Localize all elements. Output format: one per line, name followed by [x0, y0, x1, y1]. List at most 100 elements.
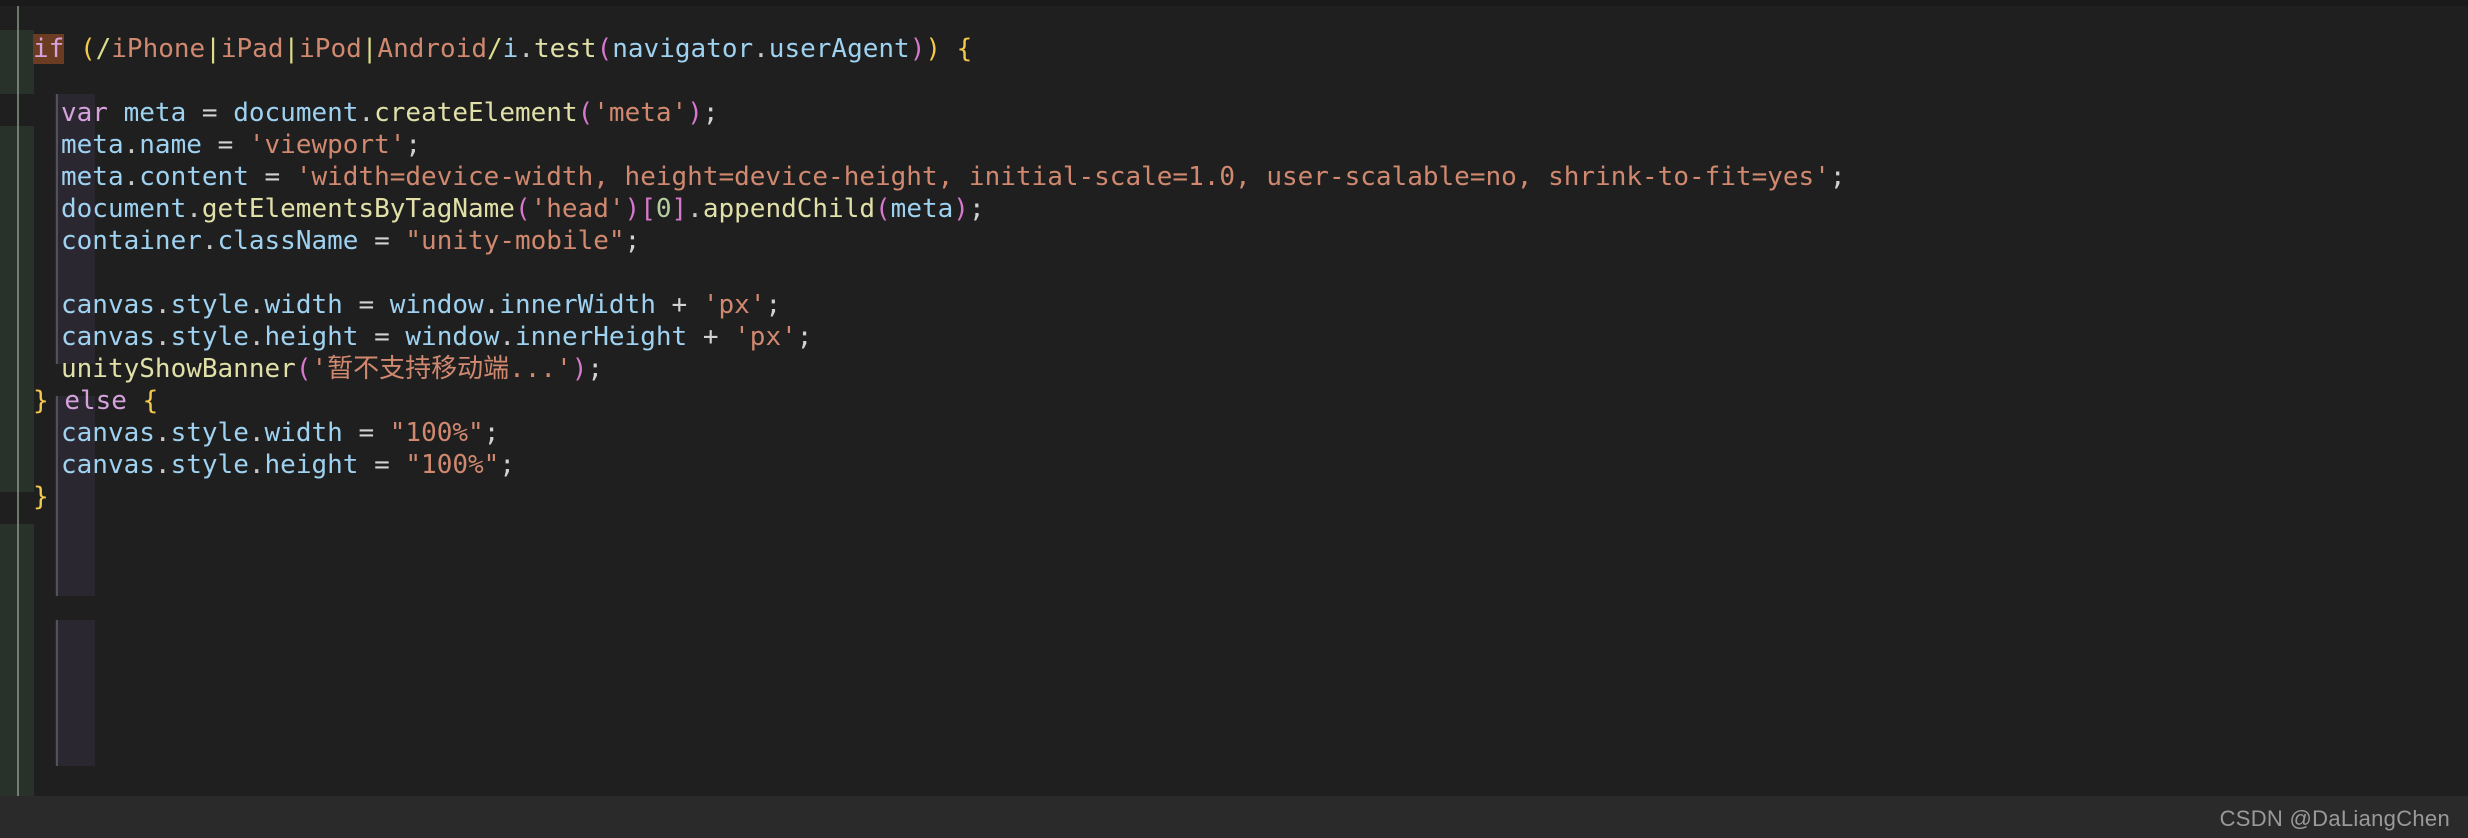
code-token-rx-del: |: [283, 34, 300, 64]
code-token-var: canvas: [61, 450, 155, 480]
editor-top-edge: [0, 0, 2468, 6]
code-token-rx-lit: iPhone: [111, 34, 206, 64]
code-token-var: meta: [61, 162, 124, 192]
code-token-var: container: [61, 226, 202, 256]
code-token-op: [233, 130, 249, 160]
code-token-var: i: [502, 34, 519, 64]
code-token-str: 'meta': [593, 98, 688, 128]
code-token-op: [687, 322, 703, 352]
code-line[interactable]: document.getElementsByTagName('head')[0]…: [0, 193, 2468, 225]
code-token-var: content: [139, 162, 249, 192]
code-token-str: '暂不支持移动端...': [311, 354, 572, 384]
code-token-op: [718, 322, 734, 352]
code-line[interactable]: var meta = document.createElement('meta'…: [0, 97, 2468, 129]
code-token-var: document: [61, 194, 187, 224]
code-token-op: =: [264, 162, 281, 192]
code-line[interactable]: if (/iPhone|iPad|iPod|Android/i.test(nav…: [0, 33, 2468, 65]
code-token-var: height: [264, 450, 359, 480]
code-token-dot: .: [499, 322, 515, 352]
code-token-op: [374, 418, 390, 448]
code-token-paren-m: (: [514, 194, 531, 224]
code-token-paren-m: (: [875, 194, 891, 224]
code-token-var: height: [264, 322, 359, 352]
code-token-fn: appendChild: [702, 194, 876, 224]
code-editor[interactable]: if (/iPhone|iPad|iPod|Android/i.test(nav…: [0, 0, 2468, 838]
code-token-str: 'px': [734, 322, 797, 352]
code-token-paren-m: ]: [671, 194, 688, 224]
code-token-kw: var: [61, 98, 108, 128]
code-token-brace-y: {: [956, 34, 973, 64]
code-token-var: width: [264, 418, 343, 448]
code-token-dot: .: [753, 34, 769, 64]
code-token-dot: .: [154, 450, 171, 480]
code-token-op: [941, 34, 957, 64]
code-line[interactable]: canvas.style.width = "100%";: [0, 417, 2468, 449]
code-token-brace-y: }: [33, 482, 49, 512]
code-token-paren-m: ): [909, 34, 926, 64]
code-token-dot: .: [248, 290, 265, 320]
code-line[interactable]: }: [0, 481, 2468, 513]
watermark-bar: [0, 796, 2468, 838]
code-token-var: style: [170, 322, 249, 352]
code-token-op: [218, 98, 234, 128]
code-token-dot: .: [248, 450, 265, 480]
code-line[interactable]: canvas.style.width = window.innerWidth +…: [0, 289, 2468, 321]
code-token-paren-m: ): [571, 354, 588, 384]
code-token-var: canvas: [61, 322, 155, 352]
code-token-num: 0: [655, 194, 672, 224]
code-token-var: meta: [890, 194, 954, 224]
code-token-dot: .: [154, 418, 171, 448]
code-token-op: [687, 290, 703, 320]
code-text-area[interactable]: if (/iPhone|iPad|iPod|Android/i.test(nav…: [0, 0, 2468, 838]
code-line[interactable]: meta.name = 'viewport';: [0, 129, 2468, 161]
code-token-op: [202, 130, 218, 160]
code-line[interactable]: [0, 65, 2468, 97]
code-line[interactable]: container.className = "unity-mobile";: [0, 225, 2468, 257]
code-line[interactable]: [0, 257, 2468, 289]
code-token-op: =: [358, 290, 375, 320]
code-token-var: canvas: [61, 290, 155, 320]
code-token-punct: ;: [765, 290, 782, 320]
code-token-brace-y: }: [33, 386, 49, 416]
code-token-op: [656, 290, 672, 320]
code-token-op: [374, 290, 390, 320]
code-token-dot: .: [483, 290, 500, 320]
watermark-text: CSDN @DaLiangChen: [2219, 806, 2450, 831]
code-token-dot: .: [201, 226, 218, 256]
code-line[interactable]: meta.content = 'width=device-width, heig…: [0, 161, 2468, 193]
code-token-str: 'viewport': [248, 130, 406, 160]
code-token-kw: else: [64, 386, 127, 416]
code-token-dot: .: [687, 194, 703, 224]
code-token-dot: .: [248, 322, 265, 352]
code-token-paren-y: ): [925, 34, 941, 64]
code-token-op: [358, 226, 374, 256]
code-token-var: navigator: [612, 34, 754, 64]
code-token-str: 'width=device-width, height=device-heigh…: [295, 162, 1830, 192]
code-token-var: canvas: [61, 418, 155, 448]
code-token-var: style: [170, 450, 249, 480]
code-token-punct: ;: [499, 450, 515, 480]
code-token-op: [280, 162, 296, 192]
code-token-op: [249, 162, 265, 192]
code-token-fn: test: [533, 34, 597, 64]
code-line[interactable]: canvas.style.height = "100%";: [0, 449, 2468, 481]
code-token-op: [390, 450, 406, 480]
code-line[interactable]: canvas.style.height = window.innerHeight…: [0, 321, 2468, 353]
code-token-str: 'px': [702, 290, 766, 320]
code-token-fn: createElement: [374, 98, 578, 128]
code-token-dot: .: [518, 34, 534, 64]
code-token-op: [49, 386, 65, 416]
code-token-punct: ;: [1829, 162, 1846, 192]
code-line[interactable]: unityShowBanner('暂不支持移动端...');: [0, 353, 2468, 385]
code-line[interactable]: } else {: [0, 385, 2468, 417]
code-token-op: =: [201, 98, 218, 128]
code-token-str: "100%": [389, 418, 484, 448]
code-token-op: [64, 34, 80, 64]
code-token-rx-del: /: [487, 34, 503, 64]
code-token-dot: .: [186, 194, 202, 224]
code-token-op: [343, 290, 359, 320]
code-token-paren-m: ): [687, 98, 703, 128]
code-token-punct: ;: [702, 98, 719, 128]
code-token-op: +: [671, 290, 688, 320]
code-token-op: =: [358, 418, 375, 448]
